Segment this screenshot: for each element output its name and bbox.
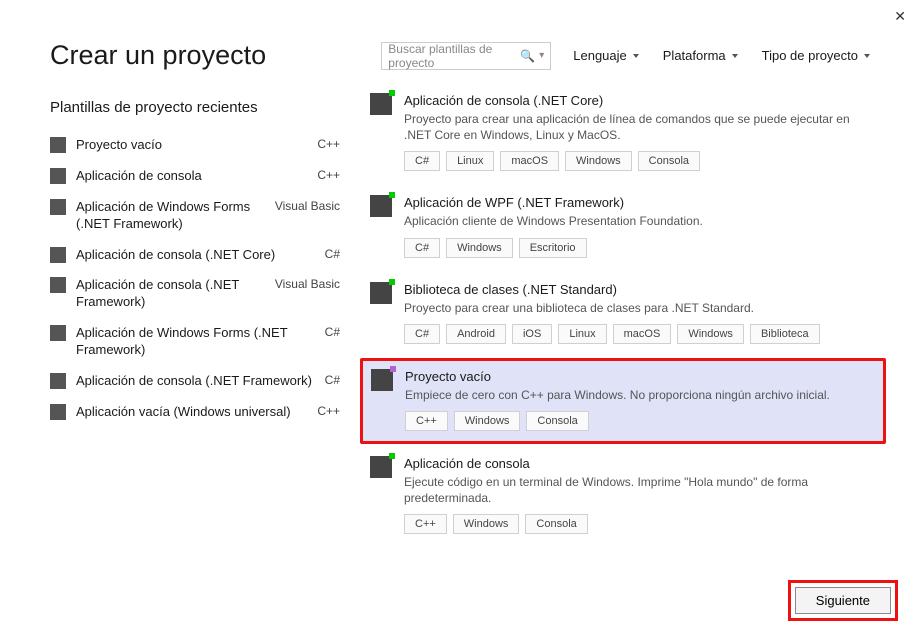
- template-tag: Linux: [446, 151, 494, 171]
- recent-item-lang: C++: [317, 137, 340, 151]
- template-title: Aplicación de WPF (.NET Framework): [404, 195, 876, 210]
- template-tag: Android: [446, 324, 506, 344]
- template-desc: Empiece de cero con C++ para Windows. No…: [405, 387, 875, 403]
- recent-item-label: Proyecto vacío: [76, 137, 317, 154]
- template-title: Aplicación de consola: [404, 456, 876, 471]
- template-tag: Consola: [526, 411, 588, 431]
- recent-item-label: Aplicación de consola (.NET Core): [76, 247, 325, 264]
- template-icon: [370, 282, 392, 304]
- template-icon: [50, 325, 66, 341]
- template-tag: C++: [405, 411, 448, 431]
- template-title: Aplicación de consola (.NET Core): [404, 93, 876, 108]
- recent-item-label: Aplicación de consola (.NET Framework): [76, 373, 325, 390]
- template-item[interactable]: Aplicación de consola Ejecute código en u…: [360, 446, 886, 536]
- recent-item[interactable]: Aplicación de consola (.NET Framework)Vi…: [50, 270, 340, 318]
- recent-item-label: Aplicación de consola: [76, 168, 317, 185]
- template-icon: [370, 195, 392, 217]
- recent-item-label: Aplicación de Windows Forms (.NET Framew…: [76, 325, 325, 359]
- recent-item[interactable]: Aplicación vacía (Windows universal)C++: [50, 397, 340, 428]
- filter-language[interactable]: Lenguaje: [573, 48, 639, 63]
- template-tag: iOS: [512, 324, 552, 344]
- chevron-down-icon: [732, 54, 738, 58]
- next-button-highlight: Siguiente: [788, 580, 898, 621]
- template-desc: Ejecute código en un terminal de Windows…: [404, 474, 876, 506]
- template-desc: Proyecto para crear una biblioteca de cl…: [404, 300, 876, 316]
- template-list[interactable]: Aplicación de consola (.NET Core) Proyect…: [360, 81, 890, 536]
- template-icon: [50, 247, 66, 263]
- recent-item[interactable]: Aplicación de Windows Forms (.NET Framew…: [50, 192, 340, 240]
- recent-item[interactable]: Aplicación de Windows Forms (.NET Framew…: [50, 318, 340, 366]
- template-desc: Proyecto para crear una aplicación de lí…: [404, 111, 876, 143]
- template-icon: [50, 404, 66, 420]
- template-title: Proyecto vacío: [405, 369, 875, 384]
- recent-item-lang: C++: [317, 168, 340, 182]
- filter-project-type[interactable]: Tipo de proyecto: [762, 48, 870, 63]
- recent-heading: Plantillas de proyecto recientes: [50, 99, 340, 116]
- template-tag: Windows: [454, 411, 521, 431]
- template-tag: Consola: [638, 151, 700, 171]
- recent-item-lang: Visual Basic: [275, 199, 340, 213]
- recent-item-label: Aplicación vacía (Windows universal): [76, 404, 317, 421]
- recent-item-label: Aplicación de Windows Forms (.NET Framew…: [76, 199, 275, 233]
- template-item[interactable]: Biblioteca de clases (.NET Standard) Proy…: [360, 272, 886, 356]
- recent-item[interactable]: Aplicación de consola (.NET Framework)C#: [50, 366, 340, 397]
- recent-item-label: Aplicación de consola (.NET Framework): [76, 277, 275, 311]
- recent-item[interactable]: Proyecto vacíoC++: [50, 130, 340, 161]
- template-icon: [50, 199, 66, 215]
- search-placeholder: Buscar plantillas de proyecto: [388, 42, 520, 70]
- template-tag: C#: [404, 238, 440, 258]
- chevron-down-icon: [633, 54, 639, 58]
- clear-dropdown-icon: ▾: [539, 50, 544, 61]
- template-tag: Escritorio: [519, 238, 587, 258]
- filter-platform[interactable]: Plataforma: [663, 48, 738, 63]
- template-tag: Consola: [525, 514, 587, 534]
- template-icon: [370, 93, 392, 115]
- template-title: Biblioteca de clases (.NET Standard): [404, 282, 876, 297]
- template-item[interactable]: Aplicación de consola (.NET Core) Proyect…: [360, 83, 886, 183]
- page-title: Crear un proyecto: [50, 40, 381, 71]
- recent-item-lang: Visual Basic: [275, 277, 340, 291]
- template-tag: Windows: [453, 514, 520, 534]
- recent-item-lang: C++: [317, 404, 340, 418]
- template-icon: [50, 277, 66, 293]
- template-tag: Windows: [565, 151, 632, 171]
- recent-item-lang: C#: [325, 373, 340, 387]
- template-item[interactable]: Proyecto vacío Empiece de cero con C++ pa…: [360, 358, 886, 444]
- template-icon: [50, 168, 66, 184]
- template-tag: Windows: [446, 238, 513, 258]
- template-tag: Windows: [677, 324, 744, 344]
- search-input[interactable]: Buscar plantillas de proyecto 🔍 ▾: [381, 42, 551, 70]
- search-icon: 🔍: [520, 49, 535, 63]
- template-icon: [371, 369, 393, 391]
- template-desc: Aplicación cliente de Windows Presentati…: [404, 213, 876, 229]
- template-tag: C#: [404, 151, 440, 171]
- template-tag: Linux: [558, 324, 606, 344]
- chevron-down-icon: [864, 54, 870, 58]
- template-tag: macOS: [500, 151, 559, 171]
- recent-item-lang: C#: [325, 325, 340, 339]
- next-button[interactable]: Siguiente: [795, 587, 891, 614]
- template-tag: Biblioteca: [750, 324, 820, 344]
- template-item[interactable]: Aplicación de WPF (.NET Framework) Aplica…: [360, 185, 886, 269]
- template-tag: C#: [404, 324, 440, 344]
- recent-item[interactable]: Aplicación de consola (.NET Core)C#: [50, 240, 340, 271]
- template-icon: [370, 456, 392, 478]
- template-icon: [50, 137, 66, 153]
- recent-item[interactable]: Aplicación de consolaC++: [50, 161, 340, 192]
- template-icon: [50, 373, 66, 389]
- template-tag: C++: [404, 514, 447, 534]
- template-tag: macOS: [613, 324, 672, 344]
- recent-item-lang: C#: [325, 247, 340, 261]
- close-icon[interactable]: ✕: [894, 8, 906, 25]
